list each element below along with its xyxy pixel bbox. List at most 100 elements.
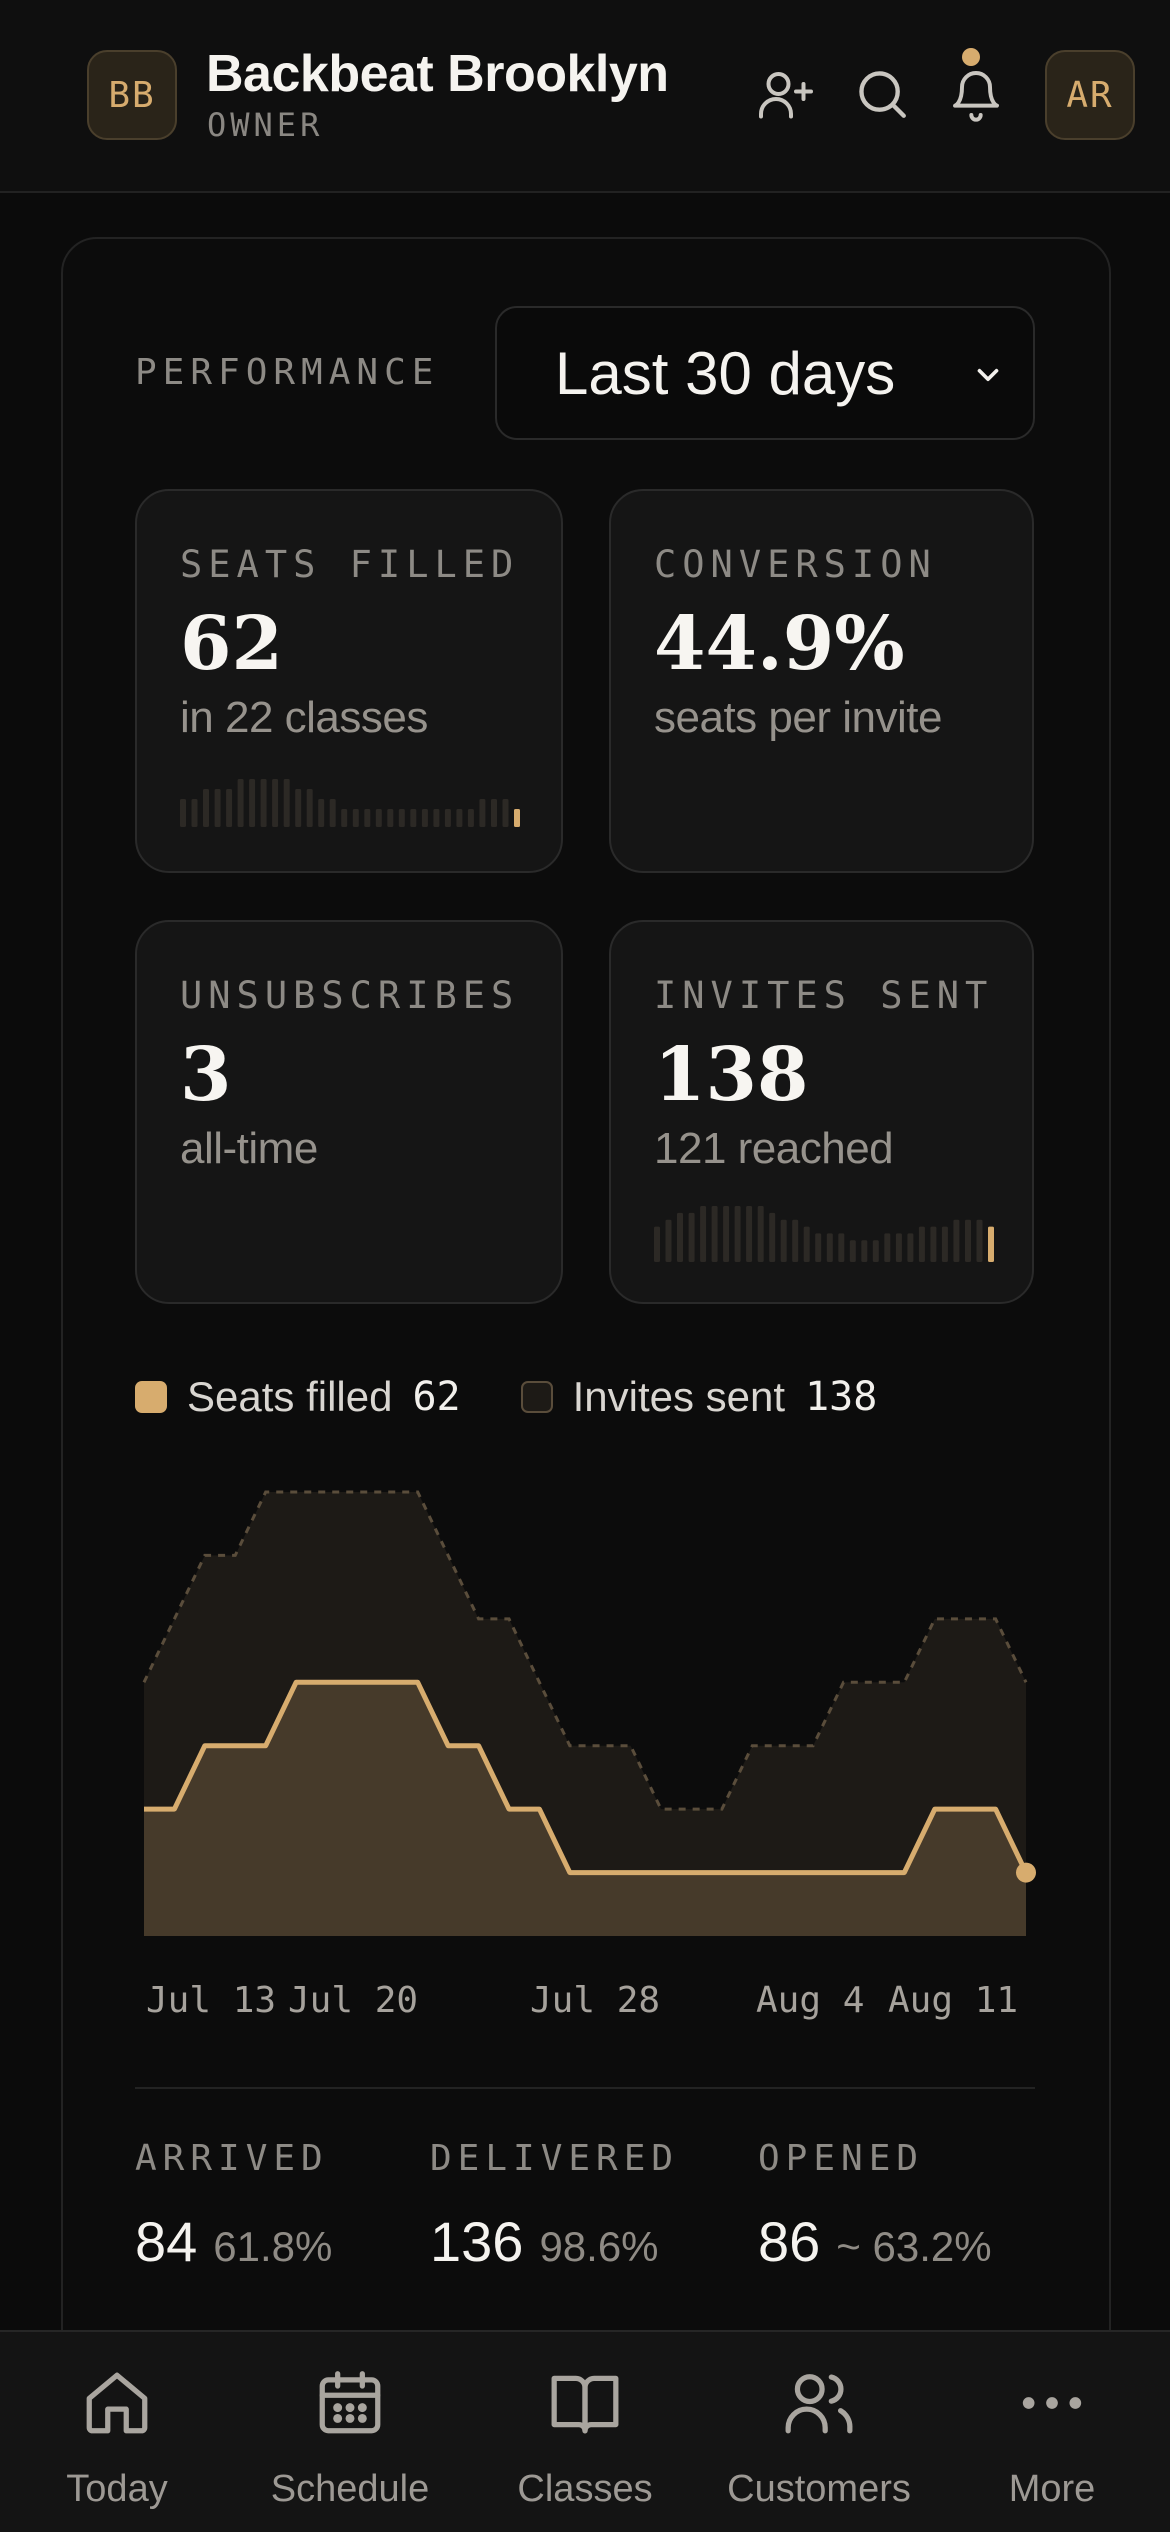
invites-spark-bar — [941, 1226, 948, 1262]
stat-subtext: 121 reached — [654, 1124, 894, 1173]
app-header: BB Backbeat Brooklyn OWNER AR — [0, 0, 1170, 193]
invites-spark-bar — [861, 1240, 868, 1262]
invites-spark-bar — [734, 1206, 741, 1262]
user-avatar[interactable]: AR — [1045, 50, 1135, 140]
users-icon — [779, 2362, 859, 2444]
calendar-icon — [313, 2362, 387, 2444]
invites-spark-bar — [746, 1206, 753, 1262]
stat-subtext: all-time — [180, 1124, 318, 1173]
metric-percent: 61.8% — [213, 2223, 333, 2270]
invites-spark-bar — [803, 1226, 810, 1262]
invites-spark-bar — [849, 1240, 856, 1262]
nav-item-today[interactable]: Today — [7, 2362, 227, 2522]
seats-spark-bar — [180, 799, 186, 827]
stat-label: SEATS FILLED — [180, 543, 520, 586]
legend-count-invites: 138 — [805, 1374, 878, 1420]
invites-spark-bar — [700, 1206, 707, 1262]
invites-spark-bar — [988, 1226, 994, 1262]
stat-label: INVITES SENT — [654, 974, 994, 1017]
metric-value: 84 — [135, 2210, 198, 2273]
stat-card-invites-sent[interactable]: INVITES SENT 138 121 reached — [609, 920, 1034, 1304]
x-tick-label: Jul 13 — [146, 1980, 276, 2021]
metric-label: OPENED — [758, 2138, 925, 2179]
metric-label: DELIVERED — [430, 2138, 680, 2179]
stat-subtext: in 22 classes — [180, 693, 428, 742]
more-icon — [1017, 2362, 1087, 2444]
stat-subtext: seats per invite — [654, 693, 942, 742]
performance-area-chart[interactable]: Jul 13 Jul 20 Jul 28 Aug 4 Aug 11 — [130, 1470, 1040, 2030]
legend-swatch-invites — [520, 1381, 553, 1413]
home-icon — [80, 2362, 154, 2444]
invites-spark-bar — [780, 1219, 787, 1262]
stat-label: UNSUBSCRIBES — [180, 974, 520, 1017]
chevron-down-icon — [971, 358, 1005, 397]
invites-spark-bar — [654, 1226, 660, 1262]
seats-spark-bar — [318, 799, 325, 827]
seats-filled-endpoint — [1016, 1862, 1036, 1883]
stat-value: 138 — [654, 1032, 809, 1118]
seats-spark-bar — [191, 799, 198, 827]
seats-spark-bar — [341, 809, 348, 827]
stat-card-seats-filled[interactable]: SEATS FILLED 62 in 22 classes — [135, 489, 563, 873]
nav-label: Schedule — [270, 2468, 430, 2510]
x-tick-label: Jul 28 — [530, 1980, 660, 2021]
invites-spark-bar — [930, 1226, 937, 1262]
invites-spark-bar — [677, 1212, 683, 1262]
x-tick-label: Jul 20 — [288, 1980, 418, 2021]
invites-sparkline — [654, 1206, 994, 1262]
date-range-select[interactable]: Last 30 days — [495, 306, 1035, 440]
seats-spark-bar — [306, 789, 313, 827]
metric-delivered: DELIVERED 136 98.6% — [430, 2138, 679, 2274]
nav-item-customers[interactable]: Customers — [709, 2362, 929, 2522]
invites-spark-bar — [965, 1219, 971, 1262]
invites-spark-bar — [872, 1240, 879, 1262]
nav-label: Today — [66, 2468, 168, 2510]
invites-spark-bar — [815, 1233, 822, 1262]
bell-icon[interactable] — [944, 62, 1008, 126]
invites-spark-bar — [826, 1233, 833, 1262]
seats-spark-bar — [456, 809, 463, 827]
seats-spark-bar — [203, 789, 209, 827]
nav-item-schedule[interactable]: Schedule — [240, 2362, 460, 2522]
seats-spark-bar — [364, 809, 371, 827]
nav-item-more[interactable]: More — [942, 2362, 1162, 2522]
x-tick-label: Aug 4 — [756, 1980, 864, 2021]
nav-label: Customers — [727, 2468, 911, 2510]
seats-spark-bar — [479, 799, 486, 827]
seats-spark-bar — [272, 779, 279, 827]
nav-item-classes[interactable]: Classes — [475, 2362, 695, 2522]
legend-count-seats: 62 — [412, 1374, 461, 1420]
performance-label: PERFORMANCE — [135, 352, 440, 393]
stat-value: 44.9% — [654, 601, 905, 687]
seats-spark-bar — [398, 809, 405, 827]
seats-spark-bar — [375, 809, 382, 827]
metric-opened: OPENED 86 ~ 63.2% — [758, 2138, 992, 2274]
metric-value: 86 — [758, 2210, 821, 2273]
seats-spark-bar — [467, 809, 474, 827]
invites-spark-bar — [953, 1219, 960, 1262]
add-user-icon[interactable] — [754, 62, 818, 126]
seats-spark-bar — [444, 809, 451, 827]
stat-value: 62 — [180, 601, 283, 687]
stat-card-unsubscribes[interactable]: UNSUBSCRIBES 3 all-time — [135, 920, 563, 1304]
seats-spark-bar — [410, 809, 417, 827]
invites-spark-bar — [665, 1219, 672, 1262]
invites-spark-bar — [907, 1233, 914, 1262]
seats-spark-bar — [226, 789, 233, 827]
org-name: Backbeat Brooklyn — [206, 45, 669, 103]
org-avatar[interactable]: BB — [87, 50, 177, 140]
seats-spark-bar — [387, 809, 394, 827]
invites-spark-bar — [918, 1226, 925, 1262]
seats-spark-bar — [249, 779, 256, 827]
stat-card-conversion[interactable]: CONVERSION 44.9% seats per invite — [609, 489, 1034, 873]
search-icon[interactable] — [850, 62, 914, 126]
chart-legend: Seats filled 62 Invites sent 138 — [135, 1373, 877, 1421]
stat-label: CONVERSION — [654, 543, 937, 586]
legend-swatch-seats — [135, 1381, 167, 1413]
stat-value: 3 — [180, 1032, 232, 1118]
bottom-nav: Today Schedule Classes Customers More — [0, 2330, 1170, 2532]
metric-label: ARRIVED — [135, 2138, 329, 2179]
legend-label-invites: Invites sent — [572, 1373, 786, 1420]
seats-spark-bar — [421, 809, 428, 827]
seats-spark-bar — [352, 809, 359, 827]
